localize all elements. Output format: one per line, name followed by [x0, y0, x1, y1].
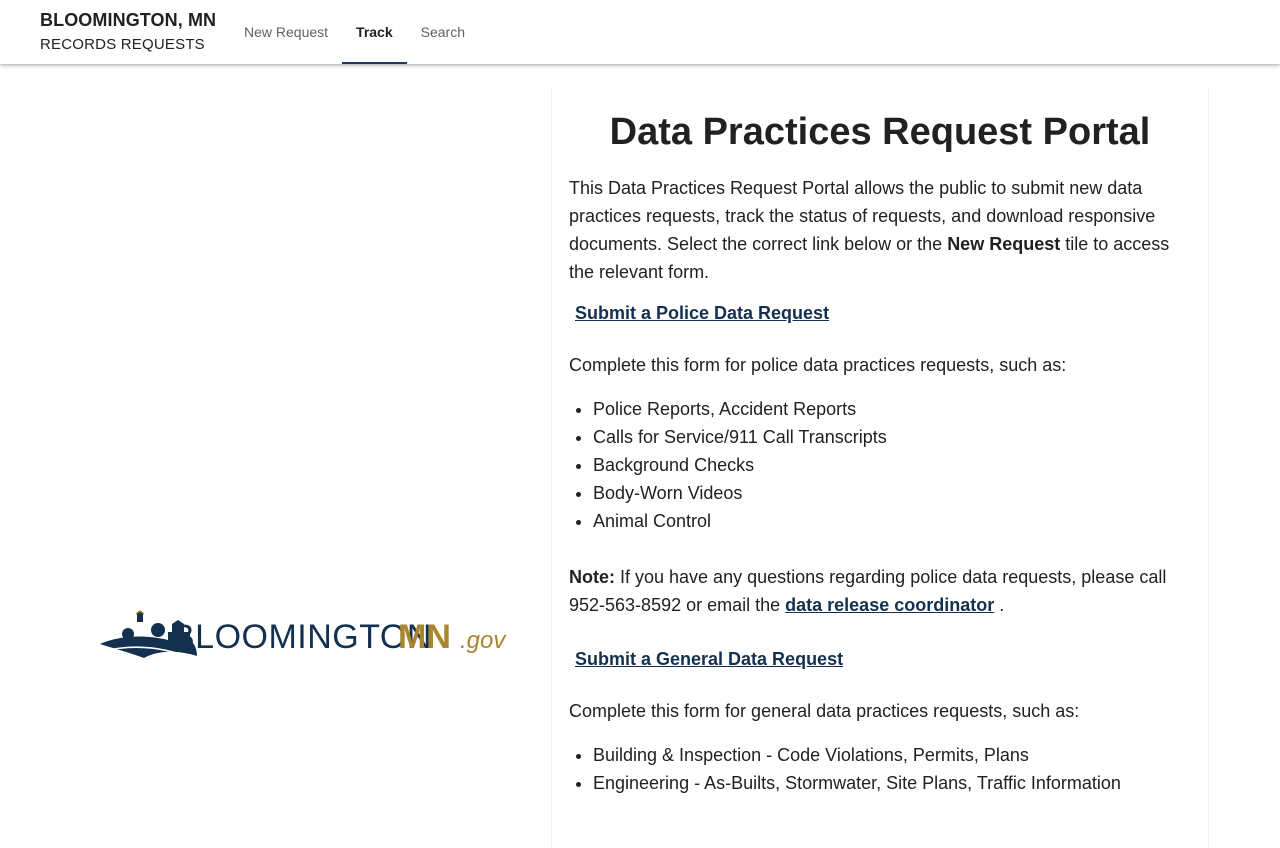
note-end: . — [994, 595, 1005, 615]
police-note: Note: If you have any questions regardin… — [569, 563, 1191, 619]
logo-wordmark-bloomington: BLOOMINGTON — [172, 618, 432, 656]
logo-wordmark-gov: .gov — [460, 627, 507, 654]
list-item: Background Checks — [593, 451, 1191, 479]
logo-wordmark-mn: MN — [398, 618, 451, 656]
data-release-coordinator-link[interactable]: data release coordinator — [785, 595, 994, 615]
police-item-list: Police Reports, Accident Reports Calls f… — [569, 395, 1191, 535]
page-title: Data Practices Request Portal — [609, 111, 1151, 153]
police-description: Complete this form for police data pract… — [569, 355, 1067, 375]
general-item-list: Building & Inspection - Code Violations,… — [569, 741, 1191, 797]
list-item: Building & Inspection - Code Violations,… — [593, 741, 1191, 769]
list-item: Animal Control — [593, 507, 1191, 535]
police-request-link[interactable]: Submit a Police Data Request — [575, 303, 829, 324]
general-description: Complete this form for general data prac… — [569, 701, 1080, 721]
bloomington-logo: BLOOMINGTON MN .gov — [100, 610, 507, 661]
brand-subtitle: RECORDS REQUESTS — [40, 36, 205, 53]
intro-paragraph: This Data Practices Request Portal allow… — [569, 174, 1191, 286]
brand[interactable]: BLOOMINGTON, MN RECORDS REQUESTS — [40, 9, 216, 55]
content-card: Data Practices Request Portal This Data … — [551, 88, 1209, 848]
list-item: Calls for Service/911 Call Transcripts — [593, 423, 1191, 451]
general-request-link[interactable]: Submit a General Data Request — [575, 649, 843, 670]
list-item: Police Reports, Accident Reports — [593, 395, 1191, 423]
note-label: Note: — [569, 567, 615, 587]
tab-track[interactable]: Track — [342, 0, 407, 64]
tab-search[interactable]: Search — [407, 0, 479, 64]
brand-city: BLOOMINGTON, MN — [40, 10, 217, 30]
list-item: Engineering - As-Builts, Stormwater, Sit… — [593, 769, 1191, 797]
tab-new-request[interactable]: New Request — [230, 0, 342, 64]
main-nav: New Request Track Search — [230, 0, 479, 64]
app-header: BLOOMINGTON, MN RECORDS REQUESTS New Req… — [0, 0, 1280, 64]
intro-bold: New Request — [947, 234, 1061, 254]
list-item: Body-Worn Videos — [593, 479, 1191, 507]
left-pane: BLOOMINGTON MN .gov — [0, 64, 552, 800]
